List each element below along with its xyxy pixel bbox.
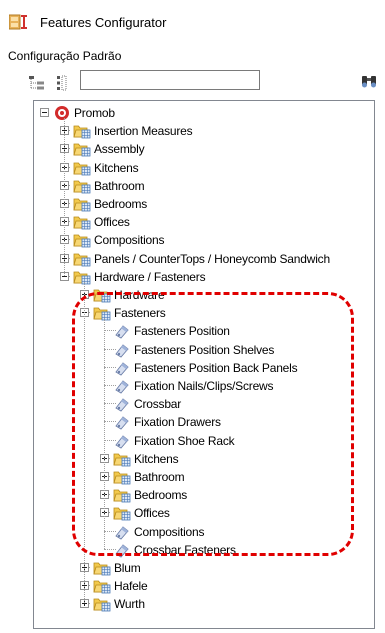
folder-icon: [73, 160, 91, 176]
feature-tag-icon: [113, 323, 131, 339]
tree-item-label: Bathroom: [94, 178, 145, 193]
feature-tag-icon: [113, 524, 131, 540]
features-tree[interactable]: Promob Insertion Measures Assembly Kitchens…: [33, 100, 375, 629]
folder-icon: [93, 578, 111, 594]
tree-connector: [104, 318, 105, 549]
tree-row[interactable]: Fixation Shoe Rack: [34, 432, 374, 450]
feature-tag-icon: [113, 542, 131, 558]
tree-item-label: Insertion Measures: [94, 124, 193, 139]
tree-row[interactable]: Insertion Measures: [34, 122, 374, 140]
tree-item-label: Fasteners Position: [134, 324, 230, 339]
tree-row[interactable]: Offices: [34, 213, 374, 231]
folder-icon: [113, 451, 131, 467]
search-input[interactable]: [80, 70, 260, 90]
tree-item-label: Fixation Drawers: [134, 415, 221, 430]
folder-icon: [73, 178, 91, 194]
tree-item-label: Promob: [74, 106, 115, 120]
tree-item-label: Bedrooms: [94, 197, 148, 211]
folder-icon: [73, 251, 91, 267]
folder-icon: [93, 560, 111, 576]
title-bar: Features Configurator: [0, 0, 385, 42]
list-view-icon[interactable]: [53, 74, 71, 92]
tree-item-label: Panels / CounterTops / Honeycomb Sandwic…: [94, 251, 330, 266]
tree-view-icon[interactable]: [28, 74, 46, 92]
folder-icon: [113, 469, 131, 485]
window-title: Features Configurator: [40, 15, 167, 30]
features-configurator-icon: [9, 14, 27, 30]
collapse-icon[interactable]: [40, 108, 49, 117]
folder-icon: [93, 596, 111, 612]
feature-tag-icon: [113, 396, 131, 412]
tree-item-label: Crossbar: [134, 397, 182, 412]
folder-icon: [73, 123, 91, 139]
tree-item-label: Compositions: [134, 524, 205, 539]
folder-icon: [93, 287, 111, 303]
tree-row[interactable]: Kitchens: [34, 450, 374, 468]
tree-item-label: Fasteners: [114, 306, 166, 321]
folder-icon: [93, 305, 111, 321]
folder-icon: [73, 214, 91, 230]
tree-item-label: Fasteners Position Shelves: [134, 342, 275, 357]
tree-row[interactable]: Blum: [34, 559, 374, 577]
tree-item-label: Bedrooms: [134, 488, 188, 503]
tree-item-label: Fixation Shoe Rack: [134, 433, 235, 448]
folder-icon: [73, 196, 91, 212]
tree-row[interactable]: Fasteners: [34, 304, 374, 322]
folder-icon: [73, 269, 91, 285]
tree-connector: [64, 118, 65, 276]
tree-item-label: Fasteners Position Back Panels: [134, 360, 298, 375]
tree-item-label: Assembly: [94, 142, 145, 157]
tree-row[interactable]: Fasteners Position: [34, 322, 374, 340]
tree-item-label: Wurth: [114, 597, 145, 612]
tree-row[interactable]: Bathroom: [34, 468, 374, 486]
tree-row[interactable]: Bedrooms: [34, 195, 374, 213]
tree-row[interactable]: Wurth: [34, 595, 374, 613]
tree-item-label: Offices: [134, 506, 170, 521]
tree-item-label: Offices: [94, 215, 130, 230]
tree-row[interactable]: Hardware / Fasteners: [34, 268, 374, 286]
tree-item-label: Blum: [114, 561, 141, 575]
tree-row[interactable]: Hafele: [34, 577, 374, 595]
tree-item-label: Crossbar Fasteners: [134, 542, 236, 557]
tree-row[interactable]: Fasteners Position Shelves: [34, 341, 374, 359]
tree-row[interactable]: Kitchens: [34, 159, 374, 177]
tree-item-label: Bathroom: [134, 470, 185, 484]
tree-item-label: Hardware: [114, 288, 165, 302]
tree-row[interactable]: Panels / CounterTops / Honeycomb Sandwic…: [34, 250, 374, 268]
tree-row[interactable]: Fasteners Position Back Panels: [34, 359, 374, 377]
promob-icon: [53, 105, 71, 121]
tree-row[interactable]: Bathroom: [34, 177, 374, 195]
feature-tag-icon: [113, 414, 131, 430]
tree-row[interactable]: Compositions: [34, 523, 374, 541]
tree-row[interactable]: Offices: [34, 504, 374, 522]
feature-tag-icon: [113, 360, 131, 376]
folder-icon: [73, 141, 91, 157]
tree-item-label: Compositions: [94, 233, 165, 248]
tree-row[interactable]: Compositions: [34, 231, 374, 249]
tree-row[interactable]: Fixation Drawers: [34, 413, 374, 431]
tree-item-label: Hafele: [114, 579, 148, 594]
tree-row[interactable]: Assembly: [34, 140, 374, 158]
tree-content: Promob Insertion Measures Assembly Kitchens…: [34, 101, 374, 628]
tree-row[interactable]: Hardware: [34, 286, 374, 304]
feature-tag-icon: [113, 378, 131, 394]
folder-icon: [73, 232, 91, 248]
tree-row[interactable]: Crossbar: [34, 395, 374, 413]
feature-tag-icon: [113, 342, 131, 358]
folder-icon: [113, 505, 131, 521]
folder-icon: [113, 487, 131, 503]
configuration-label: Configuração Padrão: [8, 49, 122, 63]
feature-tag-icon: [113, 433, 131, 449]
tree-row[interactable]: Fixation Nails/Clips/Screws: [34, 377, 374, 395]
binoculars-icon[interactable]: [361, 74, 377, 88]
tree-row[interactable]: Promob: [34, 104, 374, 122]
tree-item-label: Kitchens: [94, 160, 139, 175]
tree-row[interactable]: Crossbar Fasteners: [34, 541, 374, 559]
tree-row[interactable]: Bedrooms: [34, 486, 374, 504]
tree-item-label: Kitchens: [134, 451, 179, 466]
tree-item-label: Hardware / Fasteners: [94, 269, 206, 284]
tree-item-label: Fixation Nails/Clips/Screws: [134, 379, 274, 393]
tree-connector: [84, 281, 85, 604]
